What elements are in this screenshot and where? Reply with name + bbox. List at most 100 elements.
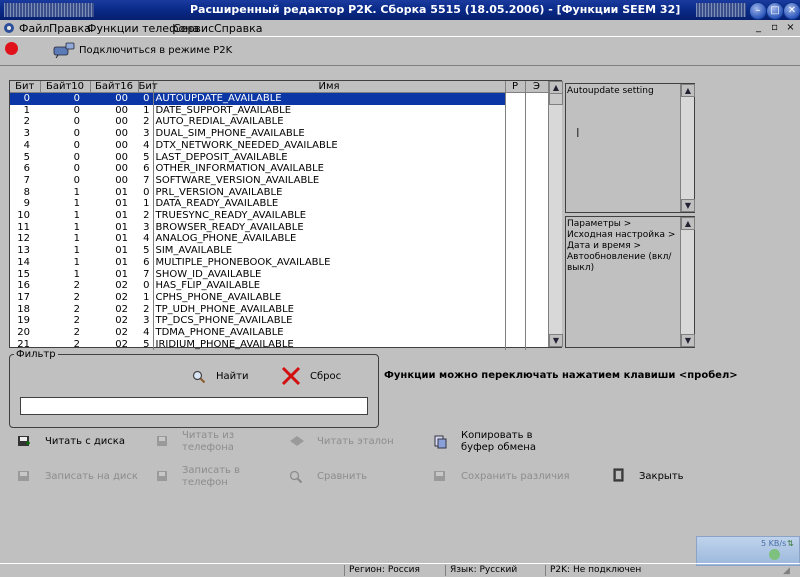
cell-p[interactable] [504, 92, 525, 105]
scroll-up-icon[interactable]: ▲ [681, 217, 695, 230]
table-row[interactable]: 19 2 02 3 TP_DCS_PHONE_AVAILABLE [10, 315, 548, 328]
reset-button[interactable]: Сброс [310, 371, 341, 382]
cell-p[interactable] [504, 268, 525, 281]
cell-p[interactable] [504, 104, 525, 117]
table-row[interactable]: 3 0 00 3 DUAL_SIM_PHONE_AVAILABLE [10, 128, 548, 140]
table-row[interactable]: 17 2 02 1 CPHS_PHONE_AVAILABLE [10, 291, 548, 304]
table-row[interactable]: 11 1 01 3 BROWSER_READY_AVAILABLE [10, 221, 548, 234]
cell-e[interactable] [524, 116, 548, 129]
cell-p[interactable] [504, 280, 525, 292]
cell-p[interactable] [504, 139, 525, 152]
cell-p[interactable] [504, 315, 525, 328]
search-icon[interactable] [192, 370, 206, 384]
cell-p[interactable] [504, 233, 525, 246]
title-bar[interactable]: Расширенный редактор P2K. Сборка 5515 (1… [0, 0, 800, 20]
cell-p[interactable] [504, 221, 525, 234]
col-e[interactable]: Э [525, 81, 549, 93]
table-row[interactable]: 7 0 00 7 SOFTWARE_VERSION_AVAILABLE [10, 174, 548, 187]
cell-e[interactable] [524, 303, 548, 316]
scroll-thumb[interactable] [549, 93, 563, 105]
cell-p[interactable] [504, 245, 525, 257]
cell-p[interactable] [504, 186, 525, 199]
filter-input[interactable] [20, 397, 368, 415]
cell-e[interactable] [524, 338, 548, 351]
close-button[interactable]: Закрыть [639, 471, 684, 482]
save-diff-button[interactable]: Сохранить различия [461, 471, 570, 482]
cell-e[interactable] [524, 245, 548, 257]
table-row[interactable]: 10 1 01 2 TRUESYNC_READY_AVAILABLE [10, 210, 548, 222]
cell-e[interactable] [524, 151, 548, 164]
read-disk-icon[interactable] [17, 435, 31, 447]
cell-e[interactable] [524, 128, 548, 140]
menu-file[interactable]: Файл [19, 22, 49, 35]
mdi-minimize-icon[interactable]: _ [752, 22, 765, 33]
menu-service[interactable]: Сервис [173, 22, 214, 35]
table-row[interactable]: 4 0 00 4 DTX_NETWORK_NEEDED_AVAILABLE [10, 139, 548, 152]
connect-icon[interactable] [52, 41, 76, 59]
read-disk-button[interactable]: Читать с диска [45, 436, 125, 447]
maximize-icon[interactable]: □ [766, 2, 784, 20]
table-row[interactable]: 9 1 01 1 DATA_READY_AVAILABLE [10, 198, 548, 211]
table-row[interactable]: 15 1 01 7 SHOW_ID_AVAILABLE [10, 268, 548, 281]
close-icon[interactable]: ✕ [783, 2, 800, 20]
table-row[interactable]: 6 0 00 6 OTHER_INFORMATION_AVAILABLE [10, 163, 548, 175]
connect-p2k-button[interactable]: Подключиться в режиме P2K [79, 45, 232, 56]
col-name[interactable]: Имя [153, 81, 506, 93]
cell-e[interactable] [524, 268, 548, 281]
cell-p[interactable] [504, 303, 525, 316]
write-disk-button[interactable]: Записать на диск [45, 471, 138, 482]
reset-icon[interactable] [281, 366, 301, 386]
find-button[interactable]: Найти [216, 371, 248, 382]
compare-button[interactable]: Сравнить [317, 471, 367, 482]
cell-p[interactable] [504, 128, 525, 140]
read-standard-button[interactable]: Читать эталон [317, 436, 394, 447]
col-p[interactable]: P [505, 81, 526, 93]
mdi-restore-icon[interactable]: ▫ [768, 22, 781, 33]
cell-e[interactable] [524, 256, 548, 269]
scroll-down-icon[interactable]: ▼ [681, 334, 695, 347]
table-row[interactable]: 16 2 02 0 HAS_FLIP_AVAILABLE [10, 280, 548, 292]
menu-edit[interactable]: Правка [49, 22, 91, 35]
table-row[interactable]: 13 1 01 5 SIM_AVAILABLE [10, 245, 548, 257]
cell-e[interactable] [524, 139, 548, 152]
app-icon[interactable] [3, 22, 15, 34]
cell-e[interactable] [524, 291, 548, 304]
table-row[interactable]: 8 1 01 0 PRL_VERSION_AVAILABLE [10, 186, 548, 199]
cell-e[interactable] [524, 315, 548, 328]
table-row[interactable]: 12 1 01 4 ANALOG_PHONE_AVAILABLE [10, 233, 548, 246]
copy-clipboard-icon[interactable] [433, 435, 447, 449]
table-row[interactable]: 2 0 00 2 AUTO_REDIAL_AVAILABLE [10, 116, 548, 129]
scroll-down-icon[interactable]: ▼ [549, 334, 563, 347]
cell-e[interactable] [524, 221, 548, 234]
table-row[interactable]: 18 2 02 2 TP_UDH_PHONE_AVAILABLE [10, 303, 548, 316]
cell-p[interactable] [504, 116, 525, 129]
cell-e[interactable] [524, 104, 548, 117]
table-row[interactable]: 21 2 02 5 IRIDIUM_PHONE_AVAILABLE [10, 338, 548, 351]
cell-p[interactable] [504, 256, 525, 269]
cell-p[interactable] [504, 291, 525, 304]
col-byte10[interactable]: Байт10 [40, 81, 91, 93]
description-scrollbar[interactable]: ▲ ▼ [680, 84, 695, 212]
table-row[interactable]: 20 2 02 4 TDMA_PHONE_AVAILABLE [10, 327, 548, 339]
cell-p[interactable] [504, 338, 525, 351]
cell-e[interactable] [524, 198, 548, 211]
cell-e[interactable] [524, 92, 548, 105]
table-row[interactable]: 1 0 00 1 DATE_SUPPORT_AVAILABLE [10, 104, 548, 117]
table-row[interactable]: 14 1 01 6 MULTIPLE_PHONEBOOK_AVAILABLE [10, 256, 548, 269]
cell-p[interactable] [504, 198, 525, 211]
table-row[interactable]: 5 0 00 5 LAST_DEPOSIT_AVAILABLE [10, 151, 548, 164]
menu-help[interactable]: Справка [214, 22, 262, 35]
scroll-down-icon[interactable]: ▼ [681, 199, 695, 212]
write-phone-button[interactable]: Записать в телефон [182, 465, 252, 489]
scroll-up-icon[interactable]: ▲ [681, 84, 695, 97]
mdi-close-icon[interactable]: × [784, 22, 797, 33]
cell-e[interactable] [524, 163, 548, 175]
read-phone-button[interactable]: Читать из телефона [182, 430, 252, 454]
table-scrollbar[interactable]: ▲ ▼ [548, 81, 563, 347]
resize-grip-icon[interactable]: ◢ [783, 566, 790, 576]
cell-e[interactable] [524, 174, 548, 187]
cell-p[interactable] [504, 327, 525, 339]
copy-clipboard-button[interactable]: Копировать в буфер обмена [461, 430, 541, 454]
cell-e[interactable] [524, 280, 548, 292]
cell-e[interactable] [524, 210, 548, 222]
